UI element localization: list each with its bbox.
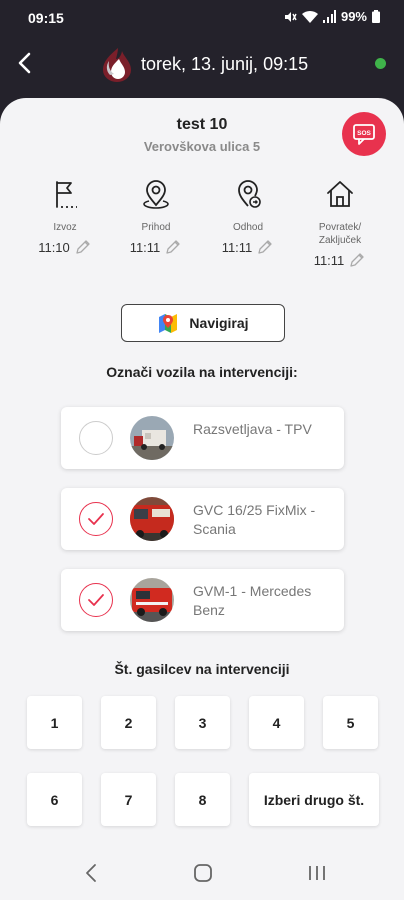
- timeline-step-prihod[interactable]: Prihod 11:11: [116, 178, 196, 256]
- timeline-time: 11:10: [38, 239, 70, 255]
- sos-button[interactable]: SOS: [342, 112, 386, 156]
- svg-text:SOS: SOS: [357, 130, 371, 137]
- maps-icon: [159, 314, 178, 333]
- wifi-icon: [301, 10, 318, 23]
- signal-icon: [322, 10, 336, 23]
- count-button-6[interactable]: 6: [27, 773, 82, 826]
- vehicle-card[interactable]: Razsvetljava - TPV: [61, 407, 344, 469]
- app-header: torek, 13. junij, 09:15: [0, 34, 404, 94]
- vehicle-name: GVM-1 - Mercedes Benz: [193, 583, 312, 618]
- vehicles-heading: Označi vozila na intervenciji:: [106, 364, 298, 380]
- count-button-2[interactable]: 2: [101, 696, 156, 749]
- timeline-label: Prihod: [141, 222, 171, 233]
- flag-icon: [56, 181, 77, 208]
- timeline-time: 11:11: [313, 252, 345, 268]
- vehicle-name: Razsvetljava - TPV: [193, 421, 312, 437]
- pencil-icon[interactable]: [74, 238, 92, 256]
- status-bar: 09:15 99%: [0, 0, 404, 34]
- vehicle-card[interactable]: GVC 16/25 FixMix - Scania: [61, 488, 344, 550]
- timeline-label: Izvoz: [53, 222, 77, 233]
- battery-level: 99%: [340, 9, 367, 24]
- flame-logo-icon: [103, 48, 131, 82]
- vehicle-photo: [130, 578, 174, 622]
- pencil-icon[interactable]: [256, 238, 274, 256]
- count-button-other[interactable]: Izberi drugo št.: [249, 773, 379, 826]
- main-content: test 10 Verovškova ulica 5 SOS Izvoz 11:…: [0, 98, 404, 846]
- system-nav-bar: [0, 846, 404, 900]
- checkmark-icon: [88, 513, 104, 525]
- navigate-button[interactable]: Navigiraj: [121, 304, 285, 342]
- timeline-step-izvoz[interactable]: Izvoz 11:10: [25, 178, 105, 256]
- pencil-icon[interactable]: [164, 238, 182, 256]
- nav-back-icon[interactable]: [82, 862, 100, 884]
- vehicle-name: GVC 16/25 FixMix - Scania: [193, 502, 316, 537]
- location-pin-icon: [143, 180, 169, 209]
- navigate-label: Navigiraj: [189, 315, 249, 331]
- back-arrow-icon[interactable]: [10, 48, 40, 78]
- pencil-icon[interactable]: [348, 251, 366, 269]
- checkmark-icon: [88, 594, 104, 606]
- vehicle-checkbox[interactable]: [79, 421, 113, 455]
- location-departure-icon: [238, 180, 261, 208]
- home-icon: [327, 181, 353, 207]
- count-button-7[interactable]: 7: [101, 773, 156, 826]
- timeline-step-povratek[interactable]: Povratek/ Zaključek 11:11: [300, 178, 380, 269]
- timeline-time: 11:11: [129, 239, 161, 255]
- header-title: torek, 13. junij, 09:15: [141, 54, 309, 74]
- count-button-4[interactable]: 4: [249, 696, 304, 749]
- vehicle-photo: [130, 497, 174, 541]
- vehicle-photo: [130, 416, 174, 460]
- timeline-time: 11:11: [221, 239, 253, 255]
- status-time: 09:15: [28, 10, 64, 26]
- count-button-1[interactable]: 1: [27, 696, 82, 749]
- timeline-step-odhod[interactable]: Odhod 11:11: [208, 178, 288, 256]
- vehicle-card[interactable]: GVM-1 - Mercedes Benz: [61, 569, 344, 631]
- battery-icon: [372, 10, 380, 23]
- timeline-label: Odhod: [232, 222, 264, 233]
- status-icons: 99%: [283, 9, 380, 24]
- mute-icon: [284, 11, 297, 22]
- status-timeline: Izvoz 11:10 Prihod 11:11 Odhod 11:11 Pov…: [0, 178, 404, 278]
- online-status-dot: [375, 58, 386, 69]
- vehicle-checkbox[interactable]: [79, 583, 113, 617]
- vehicle-checkbox[interactable]: [79, 502, 113, 536]
- nav-recents-icon[interactable]: [306, 862, 328, 884]
- count-button-5[interactable]: 5: [323, 696, 378, 749]
- firefighters-heading: Št. gasilcev na intervenciji: [114, 661, 290, 677]
- sos-icon: SOS: [353, 124, 375, 145]
- nav-home-icon[interactable]: [192, 862, 214, 884]
- count-button-3[interactable]: 3: [175, 696, 230, 749]
- timeline-label: Povratek/ Zaključek: [318, 222, 362, 246]
- count-button-8[interactable]: 8: [175, 773, 230, 826]
